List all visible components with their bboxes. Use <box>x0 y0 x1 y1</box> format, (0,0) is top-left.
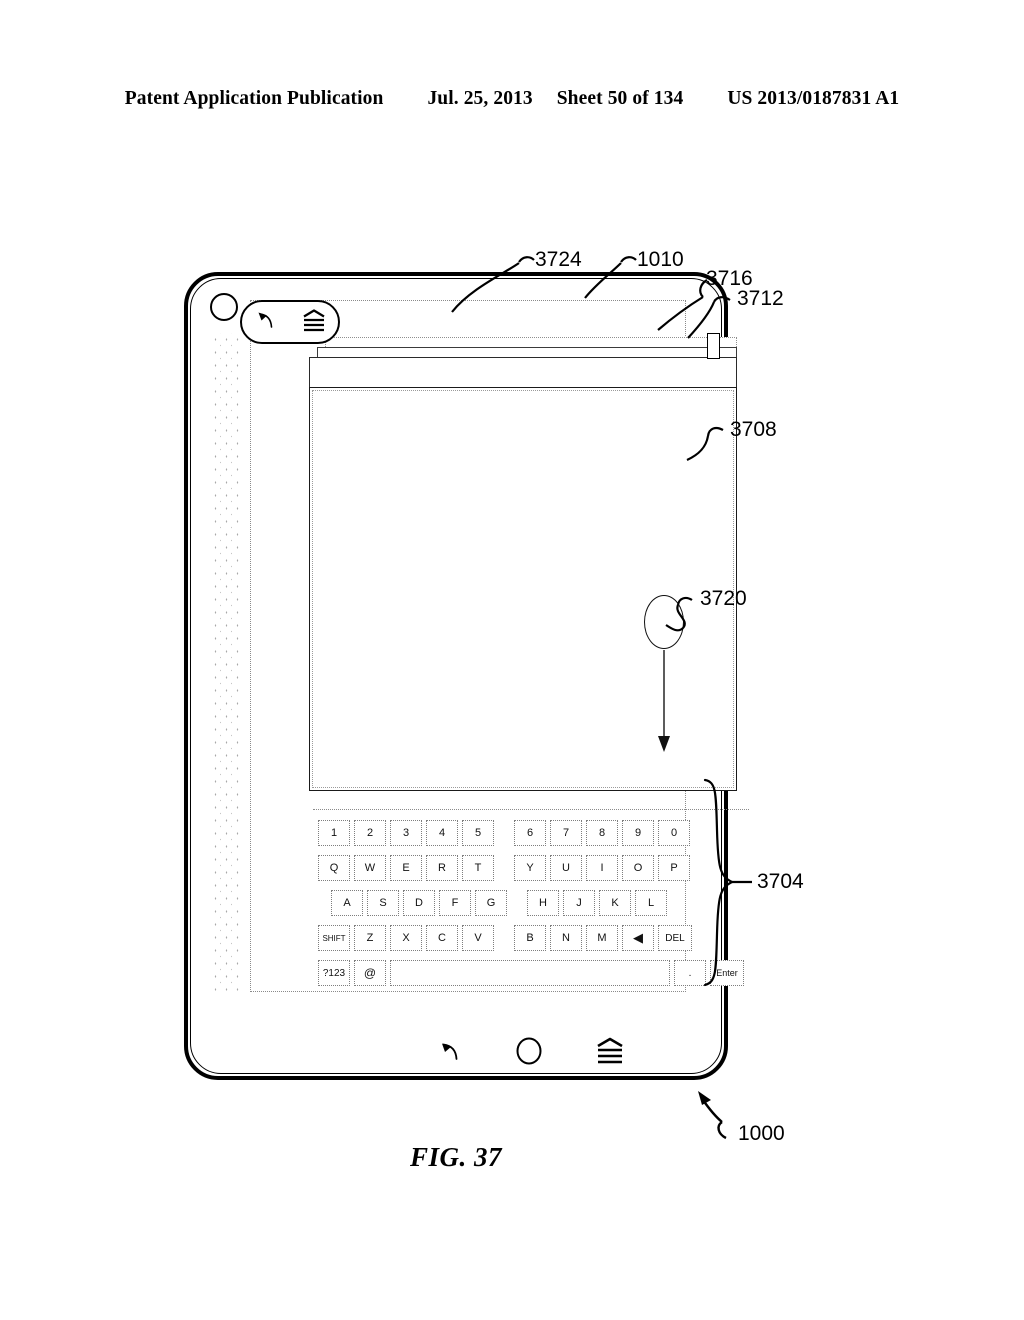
key-1[interactable]: 1 <box>318 820 350 846</box>
key-q[interactable]: Q <box>318 855 350 881</box>
key-4[interactable]: 4 <box>426 820 458 846</box>
key-space[interactable]: ◀ <box>622 925 654 951</box>
key-k[interactable]: K <box>599 890 631 916</box>
keyboard-asdf-row: ASDFGHJKL <box>313 888 749 918</box>
front-camera-icon <box>210 293 238 321</box>
pill-menu-chevron-icon[interactable] <box>300 307 328 338</box>
key-123[interactable]: ?123 <box>318 960 350 986</box>
key-r[interactable]: R <box>426 855 458 881</box>
ref-3724: 3724 <box>535 248 582 271</box>
keyboard-qwerty-row: QWERTYUIOP <box>313 853 749 883</box>
key-del[interactable]: DEL <box>658 925 692 951</box>
key-y[interactable]: Y <box>514 855 546 881</box>
ref-3704: 3704 <box>757 870 804 893</box>
key-3[interactable]: 3 <box>390 820 422 846</box>
key-s[interactable]: S <box>367 890 399 916</box>
device-screen: 1 2 3 4 5 6 7 8 9 0 Q W E R T Y U I O P A S D F G H J K L SHIFT Z X C V B N… <box>250 300 749 1064</box>
key-space[interactable]: . <box>674 960 706 986</box>
patent-figure: 1 2 3 4 5 6 7 8 9 0 Q W E R T Y U I O P A S D F G H J K L SHIFT Z X C V B N… <box>0 0 1024 1320</box>
key-w[interactable]: W <box>354 855 386 881</box>
ref-1010: 1010 <box>637 248 684 271</box>
key-shift[interactable]: SHIFT <box>318 925 350 951</box>
key-h[interactable]: H <box>527 890 559 916</box>
key-u[interactable]: U <box>550 855 582 881</box>
content-panel-inner-border <box>312 390 734 788</box>
key-enter[interactable]: Enter <box>710 960 744 986</box>
key-a[interactable]: A <box>331 890 363 916</box>
system-navigation-bar <box>313 1023 749 1083</box>
key-5[interactable]: 5 <box>462 820 494 846</box>
key-b[interactable]: B <box>514 925 546 951</box>
touch-contact-ellipse <box>644 595 684 649</box>
key-0[interactable]: 0 <box>658 820 690 846</box>
key-x[interactable]: X <box>390 925 422 951</box>
key-l[interactable]: L <box>635 890 667 916</box>
key-z[interactable]: Z <box>354 925 386 951</box>
key-e[interactable]: E <box>390 855 422 881</box>
ref-3708: 3708 <box>730 418 777 441</box>
nav-back-button[interactable] <box>435 1036 465 1071</box>
key-i[interactable]: I <box>586 855 618 881</box>
key-t[interactable]: T <box>462 855 494 881</box>
keyboard-number-row: 1234567890 <box>313 818 749 848</box>
key-7[interactable]: 7 <box>550 820 582 846</box>
content-panel[interactable] <box>309 387 737 791</box>
key-c[interactable]: C <box>426 925 458 951</box>
tablet-device: 1 2 3 4 5 6 7 8 9 0 Q W E R T Y U I O P A S D F G H J K L SHIFT Z X C V B N… <box>184 272 749 1080</box>
pill-back-arrow-icon[interactable] <box>253 307 279 338</box>
nav-menu-button[interactable] <box>593 1035 627 1072</box>
key-d[interactable]: D <box>403 890 435 916</box>
key-space[interactable]: @ <box>354 960 386 986</box>
key-6[interactable]: 6 <box>514 820 546 846</box>
key-8[interactable]: 8 <box>586 820 618 846</box>
nav-home-button[interactable] <box>513 1035 545 1072</box>
left-bezel-texture <box>210 333 242 993</box>
keyboard-zxcv-row: SHIFT Z X C V B N M ◀ DEL <box>313 923 749 953</box>
key-m[interactable]: M <box>586 925 618 951</box>
key-o[interactable]: O <box>622 855 654 881</box>
on-screen-keyboard[interactable]: 1 2 3 4 5 6 7 8 9 0 Q W E R T Y U I O P A S D F G H J K L SHIFT Z X C V B N… <box>313 809 749 1017</box>
key-p[interactable]: P <box>658 855 690 881</box>
keyboard-space-row: ?123 @. Enter <box>313 958 749 988</box>
key-j[interactable]: J <box>563 890 595 916</box>
ref-1000: 1000 <box>738 1122 785 1145</box>
ref-3720: 3720 <box>700 587 747 610</box>
side-edge-element[interactable] <box>707 333 720 359</box>
key-v[interactable]: V <box>462 925 494 951</box>
ref-3712: 3712 <box>737 287 784 310</box>
key-g[interactable]: G <box>475 890 507 916</box>
figure-caption: FIG. 37 <box>410 1142 503 1172</box>
key-2[interactable]: 2 <box>354 820 386 846</box>
floating-pill-toolbar[interactable] <box>240 300 340 344</box>
key-n[interactable]: N <box>550 925 582 951</box>
key-space[interactable] <box>390 960 670 986</box>
key-f[interactable]: F <box>439 890 471 916</box>
key-9[interactable]: 9 <box>622 820 654 846</box>
